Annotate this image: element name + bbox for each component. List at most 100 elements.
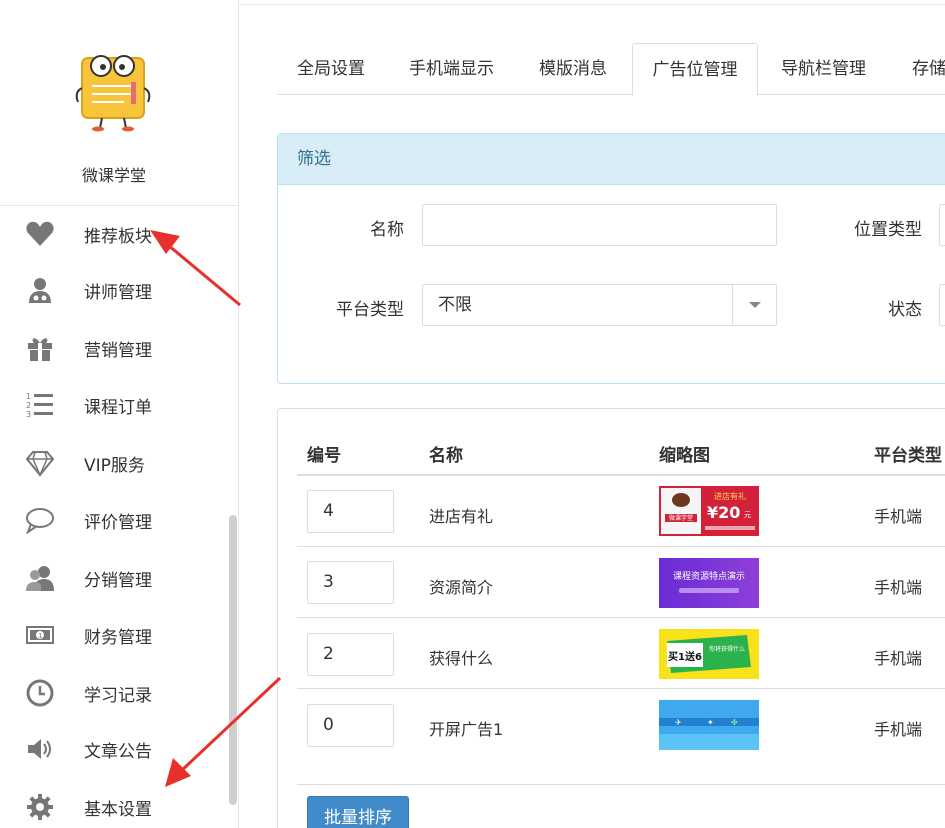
name-label: 名称 xyxy=(370,220,404,240)
ad-thumbnail[interactable]: ✈ ✦ ✤ xyxy=(659,700,759,750)
mascot-logo-icon xyxy=(75,55,151,132)
sidebar-item-label: VIP服务 xyxy=(84,455,145,476)
tab-navbar-management[interactable]: 导航栏管理 xyxy=(781,43,866,95)
svg-text:1: 1 xyxy=(38,632,42,640)
ad-platform: 手机端 xyxy=(874,649,923,668)
tab-ad-management[interactable]: 广告位管理 xyxy=(632,43,758,96)
ad-thumbnail[interactable]: 买1送6 你将获得什么 xyxy=(659,629,759,679)
ad-thumbnail[interactable]: 课程资源特点演示 xyxy=(659,558,759,608)
sidebar-item-label: 评价管理 xyxy=(84,512,152,533)
filter-panel: 筛选 xyxy=(277,133,945,384)
svg-text:3: 3 xyxy=(26,410,31,419)
teacher-icon xyxy=(24,274,56,306)
col-header-thumbnail: 缩略图 xyxy=(659,446,710,466)
sidebar-item-label: 文章公告 xyxy=(84,741,152,762)
thumb1-text1: 进店有礼 xyxy=(714,491,746,501)
col-header-platform: 平台类型 xyxy=(874,446,942,466)
sidebar-item-label: 推荐板块 xyxy=(84,226,152,247)
row-divider xyxy=(297,784,945,785)
row-divider xyxy=(297,688,945,689)
settings-tabs: 全局设置 手机端显示 模版消息 广告位管理 导航栏管理 存储 xyxy=(277,43,945,96)
sidebar-item-label: 分销管理 xyxy=(84,570,152,591)
ad-name: 开屏广告1 xyxy=(429,720,504,739)
ad-thumbnail-image: 进店有礼 ¥20 元 微课学堂 xyxy=(659,486,759,536)
col-header-name: 名称 xyxy=(429,446,463,466)
ad-platform: 手机端 xyxy=(874,720,923,739)
sidebar-item-distribution[interactable]: 分销管理 xyxy=(0,558,228,598)
sort-number-input[interactable]: 3 xyxy=(307,561,394,604)
comment-icon xyxy=(24,504,56,536)
sort-number-input[interactable]: 4 xyxy=(307,490,394,533)
sidebar-item-settings[interactable]: 基本设置 xyxy=(0,787,228,827)
sidebar-item-finance[interactable]: 1 财务管理 xyxy=(0,615,228,655)
clock-icon xyxy=(24,677,56,709)
platform-type-select[interactable]: 不限 xyxy=(422,284,777,326)
sidebar-header: 微课学堂 xyxy=(0,0,238,206)
heart-icon xyxy=(24,218,56,250)
volume-icon xyxy=(24,733,56,765)
sidebar-item-label: 课程订单 xyxy=(84,397,152,418)
tab-mobile-display[interactable]: 手机端显示 xyxy=(409,43,494,95)
sidebar-item-teachers[interactable]: 讲师管理 xyxy=(0,270,228,310)
tab-storage[interactable]: 存储 xyxy=(912,43,945,95)
position-type-select[interactable] xyxy=(939,204,945,246)
status-label: 状态 xyxy=(888,300,922,320)
svg-text:✤: ✤ xyxy=(731,718,738,727)
ad-table-panel xyxy=(277,408,945,828)
thumb2-text: 课程资源特点演示 xyxy=(673,570,745,582)
thumb1-text4: 微课学堂 xyxy=(669,514,693,522)
sidebar-item-recommend[interactable]: 推荐板块 xyxy=(0,214,228,254)
sort-number-input[interactable]: 0 xyxy=(307,704,394,747)
sidebar-item-label: 学习记录 xyxy=(84,685,152,706)
ad-name: 进店有礼 xyxy=(429,507,494,526)
ad-platform: 手机端 xyxy=(874,507,923,526)
position-type-label: 位置类型 xyxy=(854,220,922,240)
diamond-icon xyxy=(24,447,56,479)
ad-thumbnail[interactable]: 进店有礼 ¥20 元 微课学堂 xyxy=(659,486,759,536)
svg-text:✦: ✦ xyxy=(707,718,714,727)
sidebar-item-orders[interactable]: 123 课程订单 xyxy=(0,385,228,425)
app-root: 微课学堂 推荐板块 讲师管理 营销管理 1 2 3 课程订单 VIP服务 评价管… xyxy=(0,0,945,828)
thumb1-text3: 元 xyxy=(744,511,751,519)
sort-number-input[interactable]: 2 xyxy=(307,633,394,676)
dropdown-arrow xyxy=(732,285,776,325)
svg-text:✈: ✈ xyxy=(675,718,682,727)
platform-type-value: 不限 xyxy=(438,295,472,315)
brand-name: 微课学堂 xyxy=(81,166,146,185)
ad-thumbnail-image: 买1送6 你将获得什么 xyxy=(659,629,759,679)
batch-sort-button[interactable]: 批量排序 xyxy=(307,796,409,828)
sidebar-item-label: 讲师管理 xyxy=(84,282,152,303)
gift-icon xyxy=(24,332,56,364)
thumb1-text2: ¥20 xyxy=(707,503,740,522)
thumb3-text: 买1送6 xyxy=(668,650,702,663)
status-select[interactable] xyxy=(939,284,945,326)
ad-name: 资源简介 xyxy=(429,578,494,597)
row-divider xyxy=(297,617,945,618)
sidebar-item-label: 基本设置 xyxy=(84,799,152,820)
tab-template-message[interactable]: 模版消息 xyxy=(539,43,607,95)
platform-type-label: 平台类型 xyxy=(336,300,404,320)
top-border xyxy=(239,0,945,5)
svg-text:1: 1 xyxy=(26,392,31,401)
sidebar-item-reviews[interactable]: 评价管理 xyxy=(0,500,228,540)
sidebar: 微课学堂 推荐板块 讲师管理 营销管理 1 2 3 课程订单 VIP服务 评价管… xyxy=(0,0,239,828)
col-header-id: 编号 xyxy=(307,446,341,466)
sidebar-scrollbar[interactable] xyxy=(229,515,237,805)
gear-icon xyxy=(24,791,56,823)
sidebar-item-learning[interactable]: 学习记录 xyxy=(0,673,228,713)
thumb3-text2: 你将获得什么 xyxy=(709,645,745,653)
tab-global-settings[interactable]: 全局设置 xyxy=(297,43,365,95)
header-divider xyxy=(297,474,945,476)
sidebar-item-label: 财务管理 xyxy=(84,627,152,648)
svg-text:2: 2 xyxy=(26,401,31,410)
ad-thumbnail-image: ✈ ✦ ✤ xyxy=(659,700,759,750)
sidebar-item-label: 营销管理 xyxy=(84,340,152,361)
ad-name: 获得什么 xyxy=(429,649,494,668)
filter-title: 筛选 xyxy=(278,134,945,185)
chevron-down-icon xyxy=(748,302,761,308)
row-divider xyxy=(297,546,945,547)
sidebar-item-vip[interactable]: VIP服务 xyxy=(0,443,228,483)
sidebar-item-articles[interactable]: 文章公告 xyxy=(0,729,228,769)
name-input[interactable] xyxy=(422,204,777,246)
sidebar-item-marketing[interactable]: 营销管理 xyxy=(0,328,228,368)
